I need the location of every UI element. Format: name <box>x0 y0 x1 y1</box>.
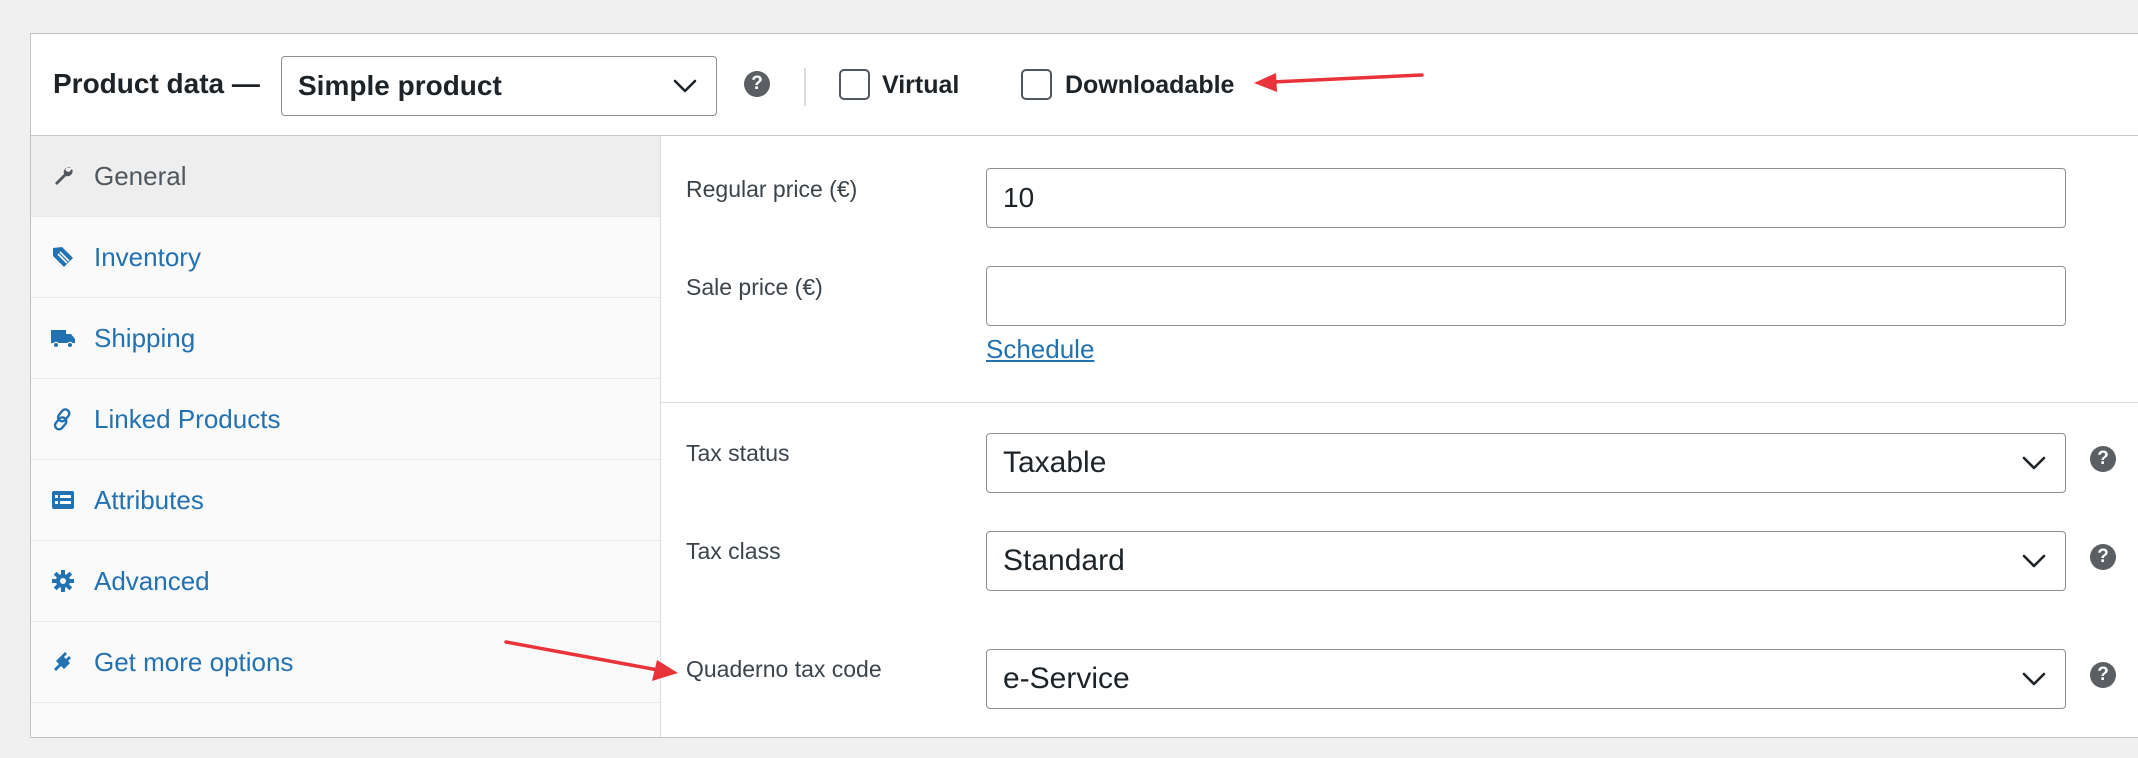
section-divider <box>661 402 2138 403</box>
question-circle-icon[interactable]: ? <box>2090 446 2116 472</box>
truck-icon <box>51 330 75 349</box>
product-data-title: Product data — <box>53 68 260 99</box>
tax-class-select[interactable]: Standard <box>986 531 2066 591</box>
tab-label: Attributes <box>94 485 204 515</box>
sale-price-input[interactable] <box>986 266 2066 326</box>
tab-linked-products[interactable]: Linked Products <box>31 379 660 460</box>
list-icon <box>52 491 74 509</box>
tab-label: Get more options <box>94 647 294 677</box>
tax-status-label: Tax status <box>686 440 790 466</box>
downloadable-label[interactable]: Downloadable <box>1065 70 1234 100</box>
regular-price-value: 10 <box>1003 182 1035 213</box>
chevron-down-icon <box>2022 672 2046 686</box>
header-divider <box>804 68 806 106</box>
schedule-link[interactable]: Schedule <box>986 334 1094 365</box>
tab-general[interactable]: General <box>31 136 660 217</box>
annotation-arrow <box>1254 73 1424 92</box>
tab-label: Linked Products <box>94 404 281 434</box>
tax-status-value: Taxable <box>1003 446 1107 479</box>
sale-price-label: Sale price (€) <box>686 274 823 300</box>
product-type-select[interactable]: Simple product <box>281 56 717 116</box>
downloadable-checkbox[interactable] <box>1021 69 1052 100</box>
tab-label: Inventory <box>94 242 201 272</box>
tab-label: Shipping <box>94 323 196 353</box>
product-data-panel: Product data — Simple product ? Virtual … <box>30 33 2138 738</box>
chevron-down-icon <box>2022 554 2046 568</box>
quaderno-tax-code-select[interactable]: e-Service <box>986 649 2066 709</box>
plug-icon <box>54 652 71 671</box>
tab-inventory[interactable]: Inventory <box>31 217 660 298</box>
tab-shipping[interactable]: Shipping <box>31 298 660 379</box>
product-type-value: Simple product <box>298 70 502 101</box>
tab-advanced[interactable]: Advanced <box>31 541 660 622</box>
question-circle-icon[interactable]: ? <box>744 71 770 97</box>
tab-label: General <box>94 161 187 191</box>
quaderno-tax-code-value: e-Service <box>1003 662 1130 695</box>
question-circle-icon[interactable]: ? <box>2090 662 2116 688</box>
tag-icon <box>53 247 73 267</box>
tab-label: Advanced <box>94 566 210 596</box>
virtual-label[interactable]: Virtual <box>882 70 959 100</box>
tax-class-value: Standard <box>1003 544 1125 577</box>
link-icon <box>53 408 71 431</box>
annotation-arrow <box>504 640 678 681</box>
chevron-down-icon <box>673 79 697 93</box>
product-data-header: Product data — Simple product ? Virtual … <box>31 34 2138 136</box>
chevron-down-icon <box>2022 456 2046 470</box>
virtual-checkbox[interactable] <box>839 69 870 100</box>
regular-price-input[interactable]: 10 <box>986 168 2066 228</box>
quaderno-tax-code-label: Quaderno tax code <box>686 656 882 682</box>
wrench-icon <box>55 167 73 185</box>
regular-price-label: Regular price (€) <box>686 176 858 202</box>
tax-class-label: Tax class <box>686 538 781 564</box>
gear-icon <box>52 570 74 592</box>
tax-status-select[interactable]: Taxable <box>986 433 2066 493</box>
question-circle-icon[interactable]: ? <box>2090 544 2116 570</box>
tab-attributes[interactable]: Attributes <box>31 460 660 541</box>
